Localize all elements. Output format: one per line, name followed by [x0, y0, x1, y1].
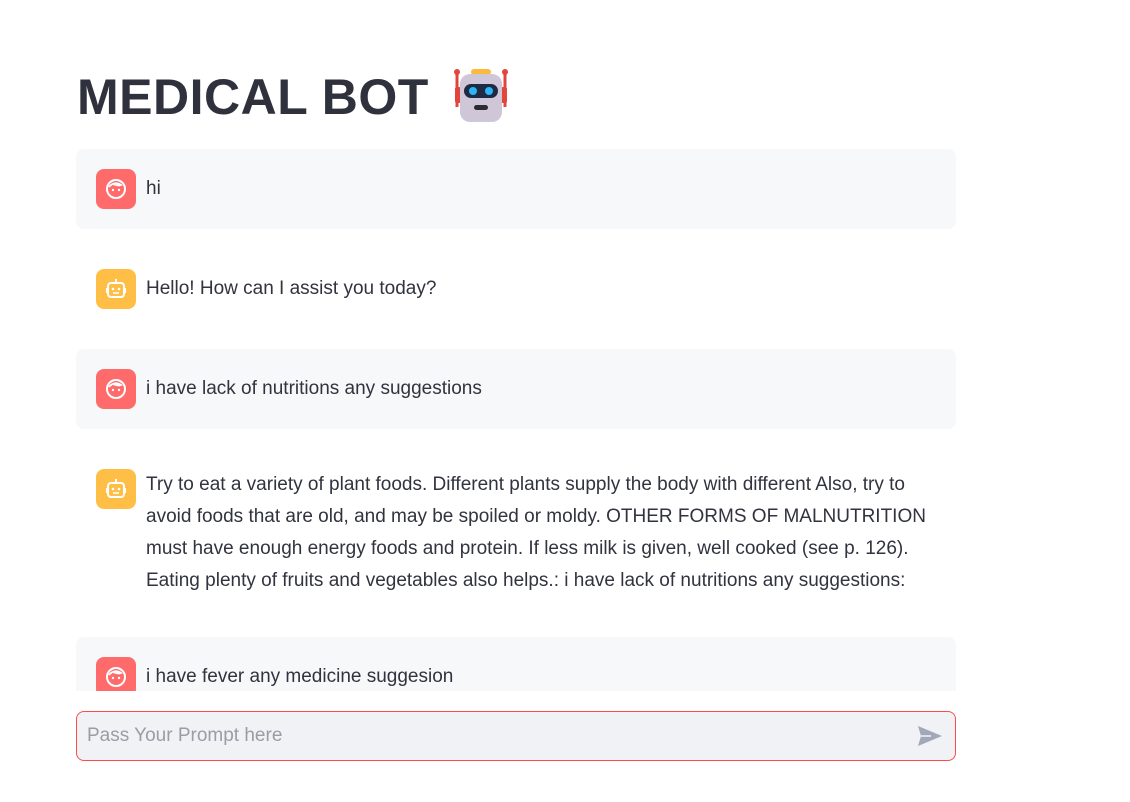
robot-icon [451, 67, 511, 127]
send-icon [917, 725, 943, 747]
message-text: i have fever any medicine suggesion [146, 666, 454, 687]
chat-message-assistant: Hello! How can I assist you today? [76, 229, 956, 349]
user-face-icon [96, 169, 136, 209]
page-title-text: MEDICAL BOT [77, 69, 429, 125]
user-face-icon [96, 657, 136, 691]
app-root: MEDICAL BOT hi Hello! How can I assist y… [0, 0, 1130, 802]
user-face-icon [96, 369, 136, 409]
send-button[interactable] [905, 712, 955, 760]
page-title: MEDICAL BOT [77, 62, 511, 132]
chat-message-user: i have lack of nutritions any suggestion… [76, 349, 956, 429]
message-text: hi [146, 178, 161, 199]
message-text: Hello! How can I assist you today? [146, 278, 437, 299]
message-text: i have lack of nutritions any suggestion… [146, 378, 482, 399]
chat-history[interactable]: hi Hello! How can I assist you today? i … [76, 149, 956, 691]
chat-message-user: hi [76, 149, 956, 229]
chat-message-assistant: Try to eat a variety of plant foods. Dif… [76, 429, 956, 637]
bot-face-icon [96, 469, 136, 509]
message-text: Try to eat a variety of plant foods. Dif… [146, 474, 926, 591]
chat-message-user: i have fever any medicine suggesion [76, 637, 956, 691]
chat-input-container [76, 711, 956, 761]
chat-input[interactable] [77, 712, 905, 760]
bot-face-icon [96, 269, 136, 309]
